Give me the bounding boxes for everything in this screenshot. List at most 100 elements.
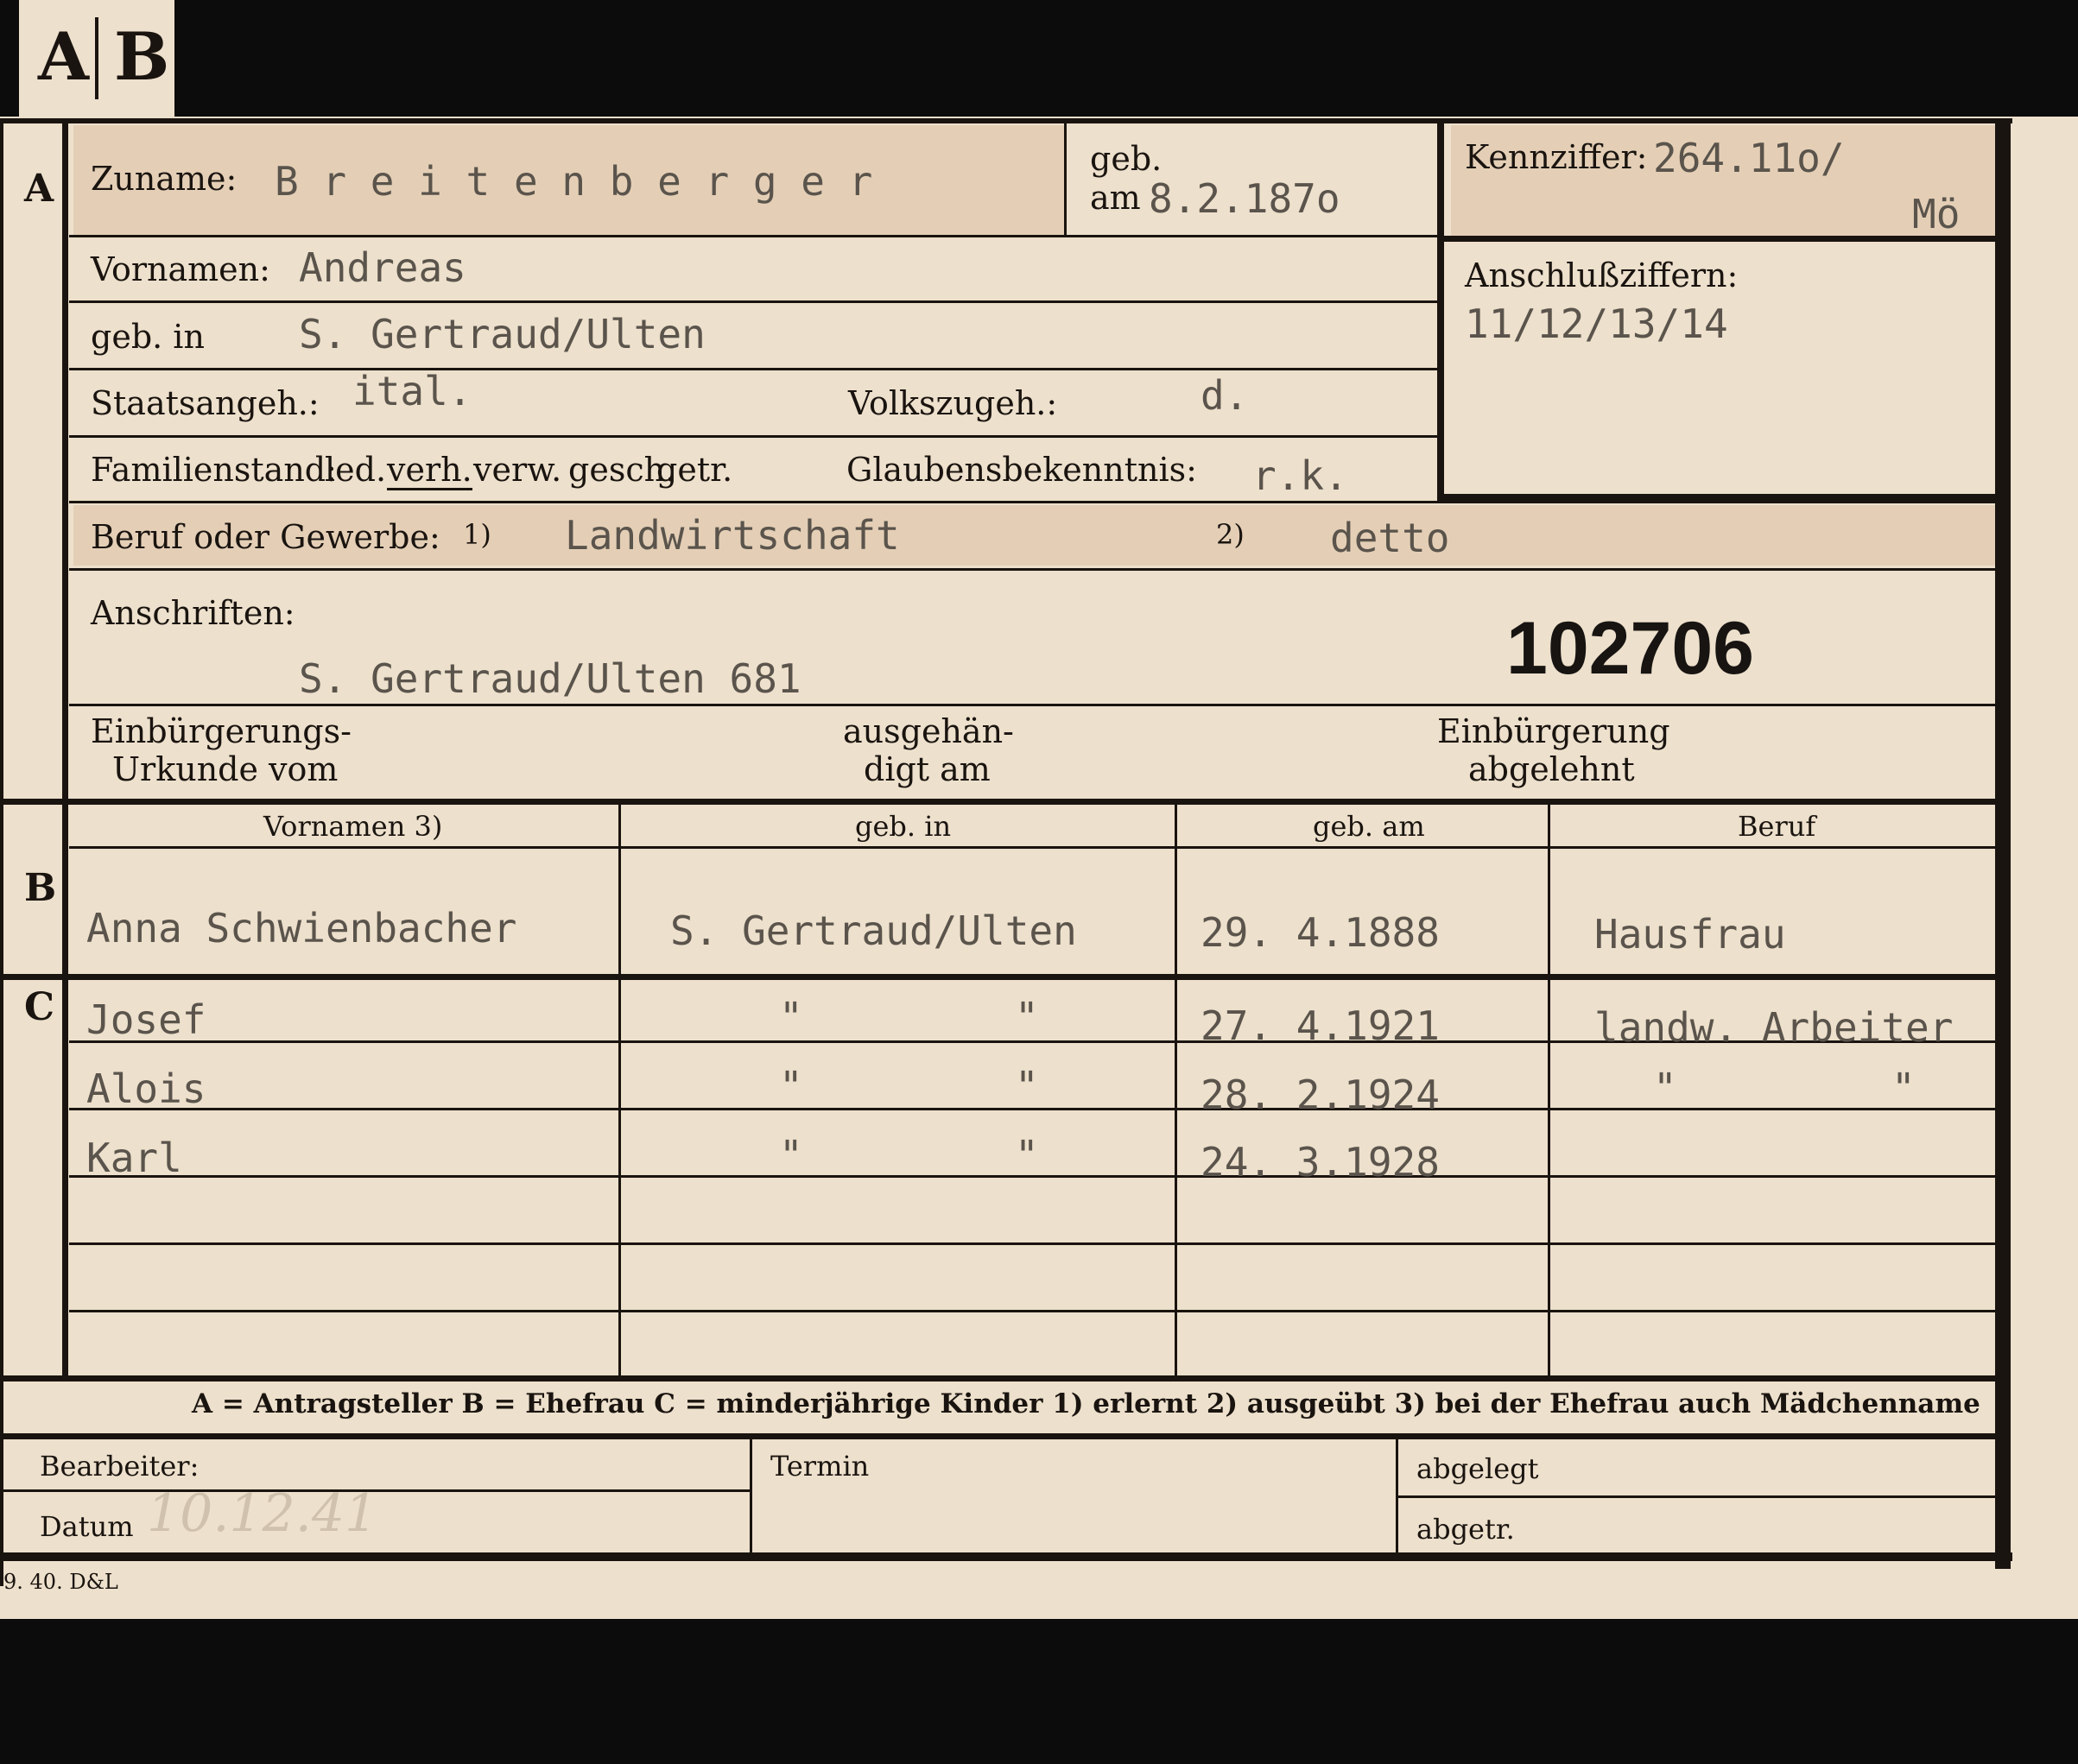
- beruf-label: Beruf oder Gewerbe:: [91, 518, 440, 556]
- geb-in-value: S. Gertraud/Ulten: [299, 311, 706, 357]
- child-beruf: landw. Arbeiter: [1594, 1004, 1954, 1051]
- beruf-value-1: Landwirtschaft: [565, 512, 900, 559]
- rule-zuname: [69, 235, 1437, 237]
- child-geb-in-ditto: ": [779, 1132, 803, 1179]
- child-geb-in-ditto: ": [1015, 1132, 1039, 1179]
- stamp-number: 102706: [1506, 607, 1754, 690]
- printer-mark: 9. 40. D&L: [3, 1570, 118, 1594]
- anschrift-value: S. Gertraud/Ulten 681: [299, 655, 801, 702]
- frame-left-thick: [62, 118, 68, 1379]
- kennziffer-label: Kennziffer:: [1465, 138, 1648, 176]
- termin-label: Termin: [770, 1450, 870, 1483]
- frame-left-edge: [0, 118, 3, 1586]
- frame-top: [0, 118, 2012, 123]
- rule-col1: [618, 805, 621, 1379]
- rule-table-header: [69, 846, 1995, 849]
- rule-section-a-end: [0, 799, 1997, 805]
- staatsangeh-value: ital.: [352, 368, 472, 414]
- zuname-label: Zuname:: [91, 160, 238, 198]
- rule-familienstand: [69, 501, 1995, 503]
- einb-abgelehnt-label-line2: abgelehnt: [1468, 750, 1635, 788]
- glaubens-value: r.k.: [1252, 452, 1348, 499]
- datum-handwritten-value: 10.12.41: [147, 1483, 378, 1544]
- spouse-beruf: Hausfrau: [1594, 911, 1786, 958]
- child-vorname: Josef: [86, 996, 206, 1043]
- glaubens-label: Glaubensbekenntnis:: [846, 451, 1197, 489]
- rule-staatsangeh: [69, 435, 1437, 438]
- kennziffer-suffix: Mö: [1912, 191, 1961, 237]
- child-geb-in-ditto: ": [1015, 994, 1039, 1040]
- spouse-geb-in: S. Gertraud/Ulten: [670, 907, 1077, 954]
- familienstand-option-getr: getr.: [656, 451, 733, 489]
- familienstand-option-verw: verw.: [473, 451, 562, 489]
- rule-section-b-end: [0, 974, 1997, 980]
- einb-urkunde-label-line1: Einbürgerungs-: [91, 712, 352, 750]
- rule-child-5: [69, 1310, 1995, 1312]
- child-geb-am: 27. 4.1921: [1201, 1002, 1440, 1049]
- rule-gebin: [69, 368, 1437, 370]
- geb-am-value: 8.2.187o: [1149, 175, 1340, 222]
- rule-footer-col2: [1396, 1438, 1398, 1554]
- familienstand-option-verh: verh.: [387, 451, 472, 490]
- anschluss-label: Anschlußziffern:: [1465, 256, 1739, 294]
- kennziffer-value: 264.11o/: [1653, 135, 1845, 181]
- einb-urkunde-label-line2: Urkunde vom: [112, 750, 339, 788]
- child-beruf-ditto: ": [1891, 1065, 1916, 1111]
- datum-label: Datum: [40, 1510, 134, 1543]
- frame-right-thick: [1995, 118, 2011, 1569]
- rule-legend-bottom: [0, 1433, 1997, 1439]
- child-geb-am: 24. 3.1928: [1201, 1139, 1440, 1185]
- rule-geb-divider: [1064, 123, 1067, 236]
- ausgehaendigt-label-line1: ausgehän-: [843, 712, 1014, 750]
- child-vorname: Alois: [86, 1065, 206, 1112]
- tab-ab: A B: [19, 0, 174, 117]
- rule-child-4: [69, 1242, 1995, 1245]
- rule-beruf: [69, 568, 1995, 571]
- section-letter-c: C: [24, 985, 55, 1029]
- beruf-mark-2: 2): [1216, 518, 1245, 551]
- spouse-vorname: Anna Schwienbacher: [86, 905, 517, 952]
- beruf-value-2: detto: [1330, 515, 1450, 561]
- vornamen-value: Andreas: [299, 244, 466, 291]
- tab-letter-a: A: [38, 18, 89, 95]
- familienstand-option-led: led.: [325, 451, 387, 489]
- vornamen-label: Vornamen:: [91, 250, 270, 288]
- beruf-mark-1: 1): [463, 518, 491, 551]
- rule-footer-col1: [750, 1438, 752, 1554]
- rule-col3: [1548, 805, 1550, 1379]
- section-letter-b: B: [24, 866, 57, 910]
- ausgehaendigt-label-line2: digt am: [864, 750, 991, 788]
- bearbeiter-label: Bearbeiter:: [40, 1450, 200, 1483]
- section-letter-a: A: [24, 167, 54, 211]
- geb-am-label: am: [1090, 179, 1141, 217]
- header-vornamen: Vornamen 3): [263, 810, 443, 843]
- child-beruf-ditto: ": [1653, 1065, 1677, 1111]
- rule-legend-top: [0, 1375, 1997, 1381]
- rule-vornamen: [69, 300, 1437, 303]
- tab-divider: [95, 17, 98, 99]
- zuname-value: B r e i t e n b e r g e r: [275, 158, 873, 205]
- einb-abgelehnt-label-line1: Einbürgerung: [1437, 712, 1670, 750]
- frame-bottom: [0, 1552, 2012, 1561]
- staatsangeh-label: Staatsangeh.:: [91, 384, 320, 422]
- rule-col2: [1175, 805, 1177, 1379]
- tab-letter-b: B: [114, 18, 170, 95]
- anschluss-value: 11/12/13/14: [1465, 300, 1728, 347]
- geb-label: geb.: [1090, 140, 1163, 178]
- header-beruf: Beruf: [1738, 810, 1816, 843]
- volkszugeh-label: Volkszugeh.:: [848, 384, 1058, 422]
- rule-abgelegt: [1397, 1495, 1995, 1498]
- child-vorname: Karl: [86, 1135, 182, 1181]
- abgetr-label: abgetr.: [1416, 1513, 1515, 1546]
- geb-in-label: geb. in: [91, 318, 205, 356]
- familienstand-label: Familienstand:: [91, 451, 337, 489]
- header-geb-am: geb. am: [1313, 810, 1425, 843]
- child-geb-am: 28. 2.1924: [1201, 1072, 1440, 1118]
- kennziffer-left-border: [1437, 118, 1444, 498]
- abgelegt-label: abgelegt: [1416, 1452, 1539, 1485]
- child-geb-in-ditto: ": [1015, 1063, 1039, 1110]
- header-geb-in: geb. in: [855, 810, 952, 843]
- rule-anschriften: [69, 704, 1995, 706]
- registration-card: A B C Zuname: B r e i t e n b e r g e r …: [0, 117, 2078, 1619]
- child-geb-in-ditto: ": [779, 1063, 803, 1110]
